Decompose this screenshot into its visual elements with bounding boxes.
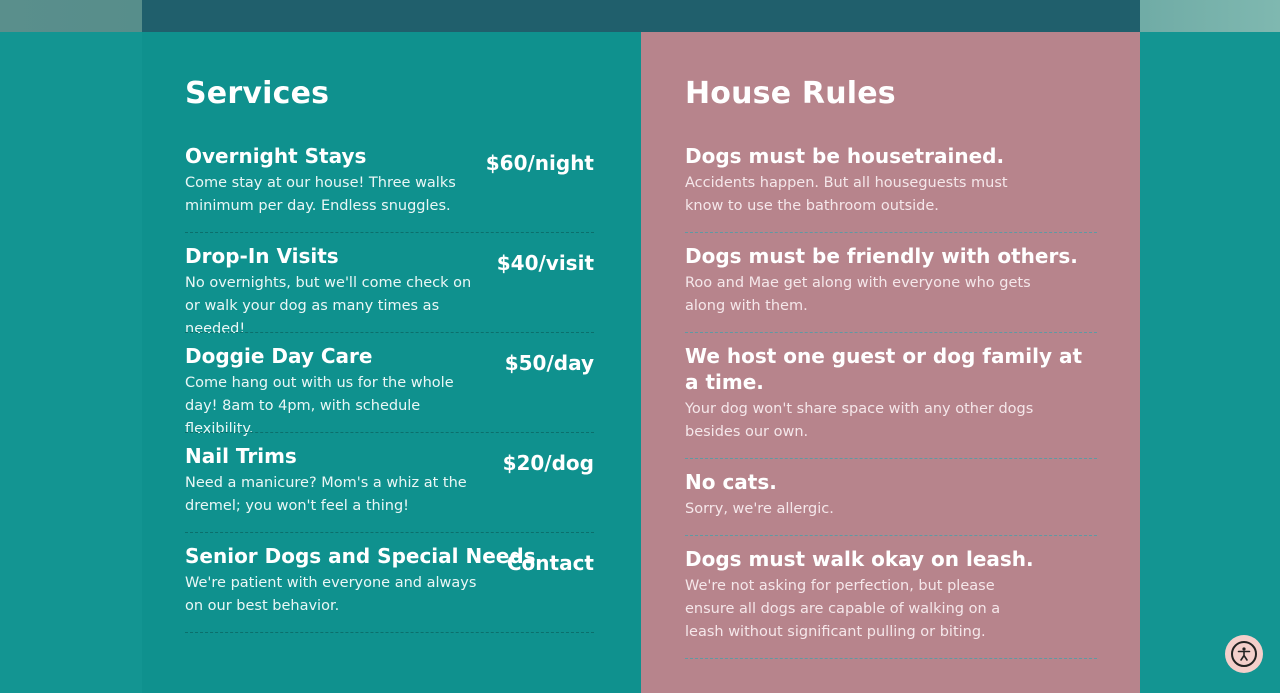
rule-item-no-cats: No cats. Sorry, we're allergic. bbox=[685, 469, 1097, 536]
service-price: $20/dog bbox=[502, 451, 594, 475]
service-item-day-care: Doggie Day Care Come hang out with us fo… bbox=[185, 343, 594, 437]
service-item-nail-trims: Nail Trims Need a manicure? Mom's a whiz… bbox=[185, 443, 594, 533]
rule-name: We host one guest or dog family at a tim… bbox=[685, 344, 1083, 394]
rule-name: Dogs must be housetrained. bbox=[685, 144, 1005, 168]
service-item-senior-dogs: Senior Dogs and Special Needs We're pati… bbox=[185, 543, 594, 633]
service-description: Need a manicure? Mom's a whiz at the dre… bbox=[185, 475, 467, 514]
service-price[interactable]: Contact bbox=[507, 551, 594, 575]
header-band bbox=[142, 0, 1140, 32]
house-rules-title: House Rules bbox=[685, 76, 896, 111]
rule-name: Dogs must be friendly with others. bbox=[685, 244, 1078, 268]
service-description: Come stay at our house! Three walks mini… bbox=[185, 175, 456, 214]
accessibility-icon bbox=[1231, 641, 1257, 667]
divider bbox=[185, 532, 594, 533]
divider bbox=[185, 332, 594, 333]
rule-description: Accidents happen. But all houseguests mu… bbox=[685, 175, 1008, 214]
service-description: Come hang out with us for the whole day!… bbox=[185, 375, 454, 437]
divider bbox=[185, 632, 594, 633]
rule-item-friendly: Dogs must be friendly with others. Roo a… bbox=[685, 243, 1097, 333]
rule-item-one-guest: We host one guest or dog family at a tim… bbox=[685, 343, 1097, 459]
service-item-overnight: Overnight Stays Come stay at our house! … bbox=[185, 143, 594, 233]
rule-description: Sorry, we're allergic. bbox=[685, 501, 834, 517]
rule-description: Roo and Mae get along with everyone who … bbox=[685, 275, 1031, 314]
service-price: $40/visit bbox=[496, 251, 594, 275]
divider bbox=[185, 432, 594, 433]
divider bbox=[685, 332, 1097, 333]
divider bbox=[685, 458, 1097, 459]
rule-description: Your dog won't share space with any othe… bbox=[685, 401, 1034, 440]
divider bbox=[685, 535, 1097, 536]
rule-description: We're not asking for perfection, but ple… bbox=[685, 578, 1001, 640]
accessibility-button[interactable] bbox=[1225, 635, 1263, 673]
service-price: $60/night bbox=[485, 151, 594, 175]
rule-item-housetrained: Dogs must be housetrained. Accidents hap… bbox=[685, 143, 1097, 233]
divider bbox=[685, 658, 1097, 659]
rule-item-leash: Dogs must walk okay on leash. We're not … bbox=[685, 546, 1097, 659]
services-title: Services bbox=[185, 76, 330, 111]
divider bbox=[685, 232, 1097, 233]
service-price: $50/day bbox=[504, 351, 594, 375]
rule-name: No cats. bbox=[685, 470, 777, 494]
divider bbox=[185, 232, 594, 233]
rule-name: Dogs must walk okay on leash. bbox=[685, 547, 1034, 571]
service-description: No overnights, but we'll come check on o… bbox=[185, 275, 472, 337]
service-description: We're patient with everyone and always o… bbox=[185, 575, 477, 614]
service-item-drop-in: Drop-In Visits No overnights, but we'll … bbox=[185, 243, 594, 337]
